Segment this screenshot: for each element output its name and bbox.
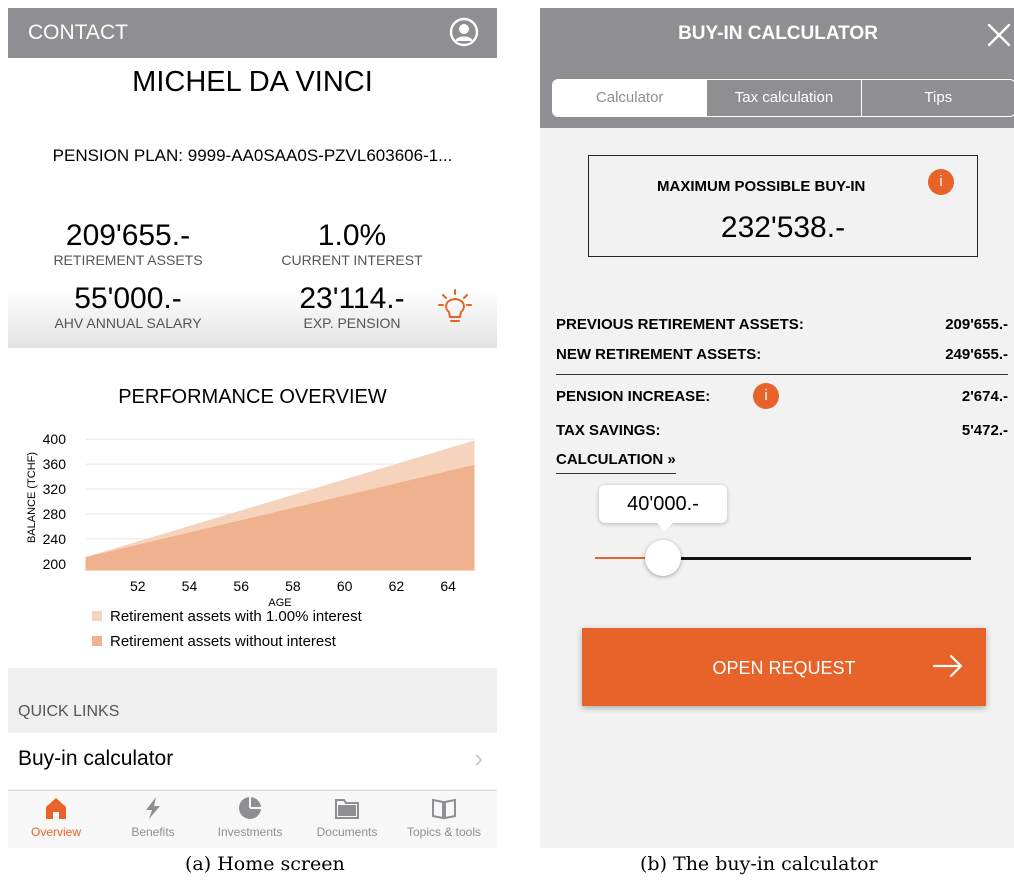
slider-thumb[interactable]: [645, 540, 681, 576]
quick-link-label: Buy-in calculator: [18, 747, 174, 770]
arrow-right-icon: [932, 654, 963, 678]
top-bar: CONTACT: [8, 8, 497, 58]
lightbulb-icon[interactable]: [438, 288, 472, 328]
x-tick-label: 64: [440, 578, 456, 594]
y-tick-label: 360: [43, 456, 67, 472]
calculator-title: BUY-IN CALCULATOR: [678, 23, 878, 44]
pie-icon: [239, 796, 261, 819]
segment-tips[interactable]: Tips: [860, 80, 1014, 116]
x-tick-label: 52: [130, 578, 146, 594]
kpi-label: AHV ANNUAL SALARY: [54, 315, 202, 331]
calculation-link[interactable]: CALCULATION »: [556, 451, 676, 474]
tab-documents[interactable]: Documents: [301, 795, 393, 839]
segment-calculator[interactable]: Calculator: [553, 80, 707, 116]
divider: [556, 374, 1008, 375]
kpi-label: RETIREMENT ASSETS: [53, 252, 203, 268]
tab-bar: Overview Benefits Investments Documents …: [8, 790, 497, 848]
kpi-retirement-assets: 209'655.- RETIREMENT ASSETS: [28, 219, 228, 269]
kpi-expected-pension: 23'114.- EXP. PENSION: [252, 282, 452, 332]
legend-label: Retirement assets without interest: [110, 633, 336, 650]
x-tick-label: 58: [285, 578, 301, 594]
segment-tax-calculation[interactable]: Tax calculation: [706, 80, 860, 116]
max-buy-in-label: MAXIMUM POSSIBLE BUY-IN: [657, 178, 866, 195]
calculator-screen: BUY-IN CALCULATOR Calculator Tax calcula…: [540, 8, 1014, 848]
y-axis-label: BALANCE (TCHF): [26, 452, 38, 543]
legend-swatch: [92, 611, 102, 621]
max-buy-in-box: MAXIMUM POSSIBLE BUY-IN i 232'538.-: [588, 155, 978, 257]
series-area-2: [85, 464, 475, 571]
legend-label: Retirement assets with 1.00% interest: [110, 608, 362, 625]
slider-track[interactable]: [663, 557, 971, 560]
kpi-value: 23'114.-: [299, 282, 405, 315]
tab-label: Overview: [30, 825, 81, 839]
tab-label: Documents: [316, 825, 378, 839]
x-tick-label: 62: [389, 578, 405, 594]
kpi-value: 1.0%: [317, 219, 387, 252]
row-tax-savings: TAX SAVINGS: 5'472.-: [556, 422, 1008, 439]
segmented-control: Calculator Tax calculation Tips: [552, 79, 1014, 117]
tab-label: Investments: [217, 825, 283, 839]
tab-overview[interactable]: Overview: [10, 795, 102, 839]
bolt-icon: [146, 797, 160, 819]
quick-link-buy-in-calculator[interactable]: Buy-in calculator ›: [8, 733, 497, 789]
performance-chart: 20024028032036040052 54 56 58 60 62 64AGEBALAN…: [26, 431, 475, 609]
row-label: PREVIOUS RETIREMENT ASSETS:: [556, 316, 804, 333]
caption-left: (a) Home screen: [185, 853, 345, 875]
tab-investments[interactable]: Investments: [204, 795, 296, 839]
kpi-current-interest: 1.0% CURRENT INTEREST: [252, 219, 452, 269]
row-value: 2'674.-: [961, 388, 1008, 405]
legend-swatch: [92, 636, 102, 646]
row-label: TAX SAVINGS:: [556, 422, 661, 439]
tab-benefits[interactable]: Benefits: [107, 795, 199, 839]
row-value: 249'655.-: [945, 346, 1008, 363]
row-previous-assets: PREVIOUS RETIREMENT ASSETS: 209'655.-: [556, 316, 1008, 333]
buy-in-slider[interactable]: [595, 540, 971, 580]
book-icon: [432, 798, 456, 820]
x-tick-label: 54: [182, 578, 198, 594]
user-icon[interactable]: [449, 17, 479, 47]
info-icon[interactable]: i: [753, 383, 779, 409]
folder-icon: [335, 799, 359, 819]
quick-links-label: QUICK LINKS: [18, 703, 120, 720]
info-icon[interactable]: i: [928, 169, 954, 195]
calculator-header: BUY-IN CALCULATOR Calculator Tax calcula…: [540, 8, 1014, 128]
kpi-label: CURRENT INTEREST: [281, 252, 423, 268]
y-tick-label: 200: [43, 556, 67, 572]
tab-label: Benefits: [131, 825, 175, 839]
performance-title: PERFORMANCE OVERVIEW: [118, 386, 387, 408]
kpi-value: 209'655.-: [65, 219, 191, 252]
max-buy-in-value: 232'538.-: [720, 211, 846, 244]
y-tick-label: 320: [43, 481, 67, 497]
open-request-label: OPEN REQUEST: [712, 658, 856, 678]
contact-link[interactable]: CONTACT: [28, 21, 128, 45]
open-request-button[interactable]: OPEN REQUEST: [582, 628, 986, 706]
close-icon[interactable]: [986, 22, 1012, 48]
row-pension-increase: PENSION INCREASE: i 2'674.-: [556, 383, 1008, 409]
y-tick-label: 400: [43, 431, 67, 447]
kpi-label: EXP. PENSION: [303, 315, 401, 331]
row-value: 209'655.-: [945, 316, 1008, 333]
legend-item-without-interest: Retirement assets without interest: [92, 633, 336, 650]
user-name: MICHEL DA VINCI: [132, 66, 373, 98]
tab-label: Topics & tools: [406, 825, 482, 839]
chevron-right-icon: ›: [474, 743, 483, 773]
legend-item-with-interest: Retirement assets with 1.00% interest: [92, 608, 362, 625]
home-icon: [46, 798, 66, 819]
x-tick-label: 60: [337, 578, 353, 594]
row-label: NEW RETIREMENT ASSETS:: [556, 346, 762, 363]
slider-value-tooltip: 40'000.-: [599, 485, 727, 531]
tab-topics-tools[interactable]: Topics & tools: [398, 795, 490, 839]
x-tick-label: 56: [233, 578, 249, 594]
row-label: PENSION INCREASE:: [556, 388, 711, 405]
home-screen: CONTACT MICHEL DA VINCI PENSION PLAN: 99…: [8, 8, 497, 848]
pension-plan: PENSION PLAN: 9999-AA0SAA0S-PZVL603606-1…: [52, 146, 453, 165]
y-tick-label: 240: [43, 531, 67, 547]
y-tick-label: 280: [43, 506, 67, 522]
kpi-value: 55'000.-: [74, 282, 182, 315]
row-value: 5'472.-: [961, 422, 1008, 439]
row-new-assets: NEW RETIREMENT ASSETS: 249'655.-: [556, 346, 1008, 363]
kpi-ahv-salary: 55'000.- AHV ANNUAL SALARY: [28, 282, 228, 332]
caption-right: (b) The buy-in calculator: [640, 853, 878, 875]
